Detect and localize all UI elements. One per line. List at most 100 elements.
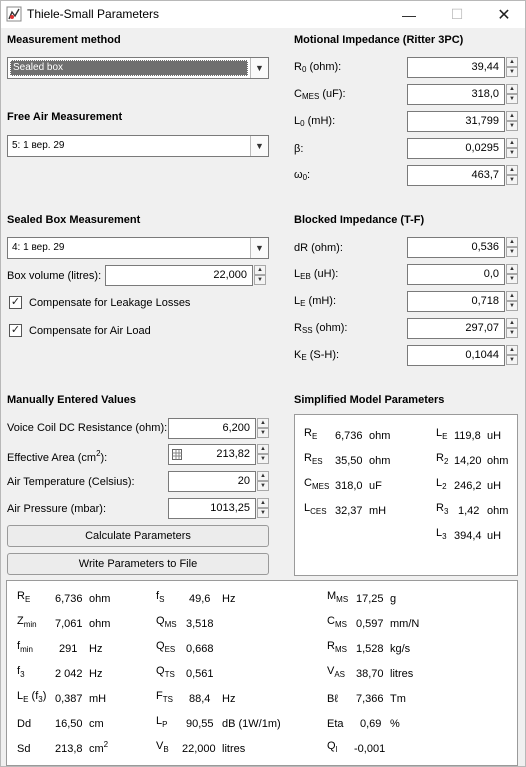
rss-input[interactable]: 297,07 <box>407 318 505 339</box>
stepper-up-icon[interactable]: ▲ <box>506 84 518 94</box>
stepper-up-icon[interactable]: ▲ <box>254 265 266 275</box>
stepper-up-icon[interactable]: ▲ <box>506 291 518 301</box>
stepper-down-icon[interactable]: ▼ <box>257 508 269 518</box>
beta-stepper[interactable]: ▲ ▼ <box>506 138 518 159</box>
air-pressure-stepper[interactable]: ▲ ▼ <box>257 498 269 519</box>
leb-stepper[interactable]: ▲ ▼ <box>506 264 518 285</box>
cmes-value: 318,0 <box>471 88 499 100</box>
res-zmin-value: 7,061 <box>55 618 83 630</box>
stepper-down-icon[interactable]: ▼ <box>254 275 266 285</box>
l0-input[interactable]: 31,799 <box>407 111 505 132</box>
res-bl-value: 7,366 <box>356 693 384 705</box>
res-dd-label: Dd <box>17 718 32 730</box>
effective-area-label: Effective Area (cm2): <box>7 449 108 464</box>
air-pressure-input[interactable]: 1013,25 <box>168 498 256 519</box>
voice-coil-input[interactable]: 6,200 <box>168 418 256 439</box>
stepper-up-icon[interactable]: ▲ <box>257 418 269 428</box>
stepper-down-icon[interactable]: ▼ <box>257 481 269 491</box>
minimize-button[interactable]: — <box>386 1 432 28</box>
res-dd-value: 16,50 <box>55 718 83 730</box>
le-input[interactable]: 0,718 <box>407 291 505 312</box>
res-f3-label: f3 <box>17 665 25 679</box>
res-qms-value: 3,518 <box>186 618 214 630</box>
sim-r2-value: 14,20 <box>454 455 482 467</box>
res-lp-value: 90,55 <box>186 718 214 730</box>
omega-stepper[interactable]: ▲ ▼ <box>506 165 518 186</box>
r0-label: R0 (ohm): <box>294 61 342 74</box>
stepper-down-icon[interactable]: ▼ <box>506 247 518 257</box>
stepper-down-icon[interactable]: ▼ <box>506 121 518 131</box>
chevron-down-icon[interactable]: ▼ <box>250 238 268 258</box>
rss-stepper[interactable]: ▲ ▼ <box>506 318 518 339</box>
stepper-down-icon[interactable]: ▼ <box>506 148 518 158</box>
stepper-down-icon[interactable]: ▼ <box>506 355 518 365</box>
cmes-input[interactable]: 318,0 <box>407 84 505 105</box>
box-volume-input[interactable]: 22,000 <box>105 265 253 286</box>
stepper-up-icon[interactable]: ▲ <box>257 444 269 454</box>
stepper-down-icon[interactable]: ▼ <box>257 428 269 438</box>
close-button[interactable]: ✕ <box>481 1 526 28</box>
maximize-button[interactable]: ☐ <box>434 1 480 28</box>
stepper-down-icon[interactable]: ▼ <box>506 67 518 77</box>
box-volume-label: Box volume (litres): <box>7 270 102 282</box>
stepper-down-icon[interactable]: ▼ <box>506 175 518 185</box>
stepper-up-icon[interactable]: ▲ <box>506 264 518 274</box>
stepper-down-icon[interactable]: ▼ <box>257 454 269 464</box>
le-stepper[interactable]: ▲ ▼ <box>506 291 518 312</box>
free-air-select[interactable]: 5: 1 вер. 29 ▼ <box>7 135 269 157</box>
stepper-down-icon[interactable]: ▼ <box>506 94 518 104</box>
dr-stepper[interactable]: ▲ ▼ <box>506 237 518 258</box>
ke-input[interactable]: 0,1044 <box>407 345 505 366</box>
compensate-leakage-checkbox[interactable]: ✓ <box>9 296 22 309</box>
chevron-down-icon[interactable]: ▼ <box>250 136 268 156</box>
stepper-down-icon[interactable]: ▼ <box>506 301 518 311</box>
omega-input[interactable]: 463,7 <box>407 165 505 186</box>
stepper-up-icon[interactable]: ▲ <box>257 471 269 481</box>
stepper-up-icon[interactable]: ▲ <box>506 57 518 67</box>
stepper-up-icon[interactable]: ▲ <box>506 318 518 328</box>
le-label: LE (mH): <box>294 295 337 308</box>
res-zmin-unit: ohm <box>89 618 111 630</box>
res-cms-value: 0,597 <box>356 618 384 630</box>
beta-label: β: <box>294 143 304 155</box>
r0-stepper[interactable]: ▲ ▼ <box>506 57 518 78</box>
beta-input[interactable]: 0,0295 <box>407 138 505 159</box>
write-parameters-button[interactable]: Write Parameters to File <box>7 553 269 575</box>
res-le-f3-unit: mH <box>89 693 107 705</box>
sealed-box-select[interactable]: 4: 1 вер. 29 ▼ <box>7 237 269 259</box>
stepper-up-icon[interactable]: ▲ <box>506 111 518 121</box>
measurement-method-select[interactable]: Sealed box ▼ <box>7 57 269 79</box>
box-volume-stepper[interactable]: ▲ ▼ <box>254 265 266 286</box>
dr-input[interactable]: 0,536 <box>407 237 505 258</box>
res-dd-unit: cm <box>89 718 104 730</box>
l0-stepper[interactable]: ▲ ▼ <box>506 111 518 132</box>
leb-input[interactable]: 0,0 <box>407 264 505 285</box>
chevron-down-icon[interactable]: ▼ <box>250 58 268 78</box>
dr-value: 0,536 <box>471 241 499 253</box>
res-le-f3-value: 0,387 <box>55 693 83 705</box>
air-temp-stepper[interactable]: ▲ ▼ <box>257 471 269 492</box>
compensate-air-checkbox[interactable]: ✓ <box>9 324 22 337</box>
effective-area-stepper[interactable]: ▲ ▼ <box>257 444 269 465</box>
air-temp-input[interactable]: 20 <box>168 471 256 492</box>
effective-area-input[interactable]: 213,82 <box>168 444 256 465</box>
stepper-up-icon[interactable]: ▲ <box>506 345 518 355</box>
cmes-stepper[interactable]: ▲ ▼ <box>506 84 518 105</box>
stepper-up-icon[interactable]: ▲ <box>506 165 518 175</box>
ke-stepper[interactable]: ▲ ▼ <box>506 345 518 366</box>
stepper-down-icon[interactable]: ▼ <box>506 328 518 338</box>
calculator-icon[interactable] <box>172 449 182 460</box>
res-ql-value: -0,001 <box>354 743 386 755</box>
res-zmin-label: Zmin <box>17 615 37 629</box>
sim-re-label: RE <box>304 427 318 441</box>
calculate-parameters-button[interactable]: Calculate Parameters <box>7 525 269 547</box>
cmes-label: CMES (uF): <box>294 88 346 101</box>
r0-input[interactable]: 39,44 <box>407 57 505 78</box>
stepper-up-icon[interactable]: ▲ <box>257 498 269 508</box>
simplified-panel: RE 6,736 ohm RES 35,50 ohm CMES 318,0 uF… <box>294 414 518 576</box>
voice-coil-stepper[interactable]: ▲ ▼ <box>257 418 269 439</box>
stepper-up-icon[interactable]: ▲ <box>506 138 518 148</box>
manual-heading: Manually Entered Values <box>7 394 136 406</box>
stepper-down-icon[interactable]: ▼ <box>506 274 518 284</box>
stepper-up-icon[interactable]: ▲ <box>506 237 518 247</box>
